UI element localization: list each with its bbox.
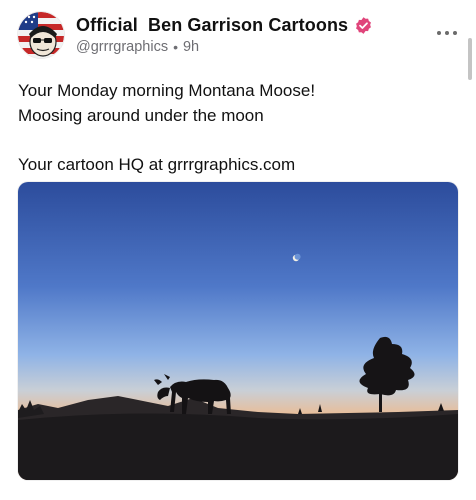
more-options-icon[interactable] [437, 28, 457, 38]
post-text-line: Moosing around under the moon [18, 105, 264, 125]
post-text: Your Monday morning Montana Moose! Moosi… [18, 79, 458, 177]
name-row: Official Ben Garrison Cartoons [76, 14, 373, 36]
verified-badge-icon [356, 16, 372, 34]
timestamp[interactable]: 9h [183, 39, 199, 55]
scrollbar[interactable] [468, 38, 472, 80]
post-image[interactable] [18, 182, 458, 480]
display-name[interactable]: Official Ben Garrison Cartoons [76, 15, 348, 36]
moose-sunset-photo [18, 182, 458, 480]
post-text-line: Your Monday morning Montana Moose! [18, 81, 316, 100]
avatar[interactable] [18, 12, 64, 58]
post-card: Official Ben Garrison Cartoons @grrrgrap… [0, 0, 476, 500]
handle[interactable]: @grrrgraphics [76, 39, 168, 55]
post-header: Official Ben Garrison Cartoons @grrrgrap… [76, 14, 373, 55]
post-text-line[interactable]: Your cartoon HQ at grrrgraphics.com [18, 153, 458, 178]
meta-row: @grrrgraphics • 9h [76, 39, 373, 55]
cartoon-avatar-icon [18, 12, 64, 58]
more-dot [437, 31, 441, 35]
more-dot [445, 31, 449, 35]
more-dot [453, 31, 457, 35]
separator-dot: • [173, 39, 178, 55]
